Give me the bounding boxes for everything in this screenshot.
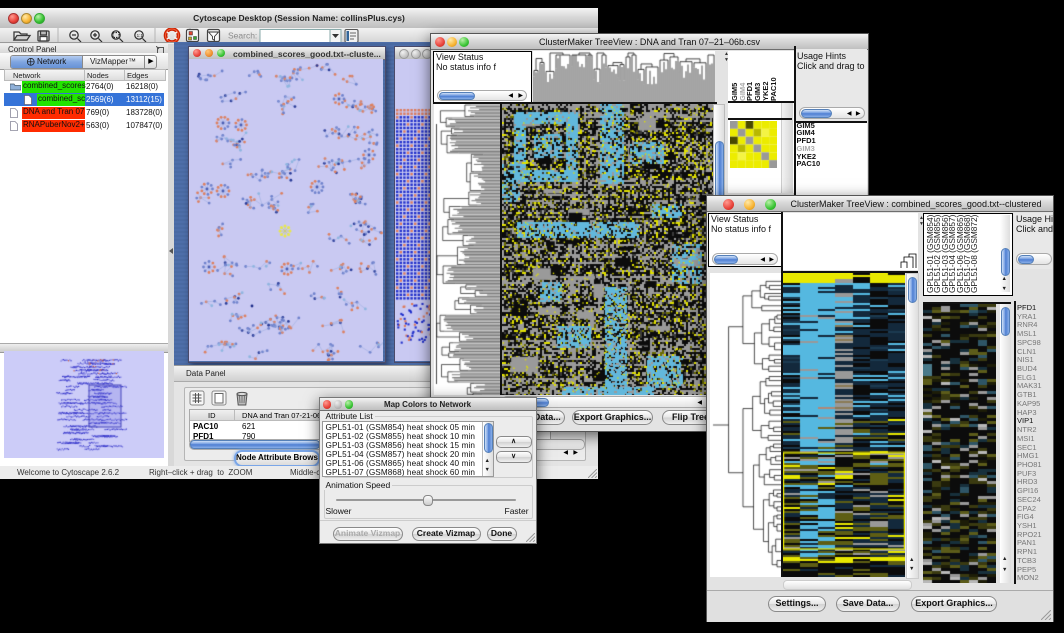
svg-text:1:1: 1:1 xyxy=(137,33,144,38)
svg-text:Search:: Search: xyxy=(228,31,257,41)
